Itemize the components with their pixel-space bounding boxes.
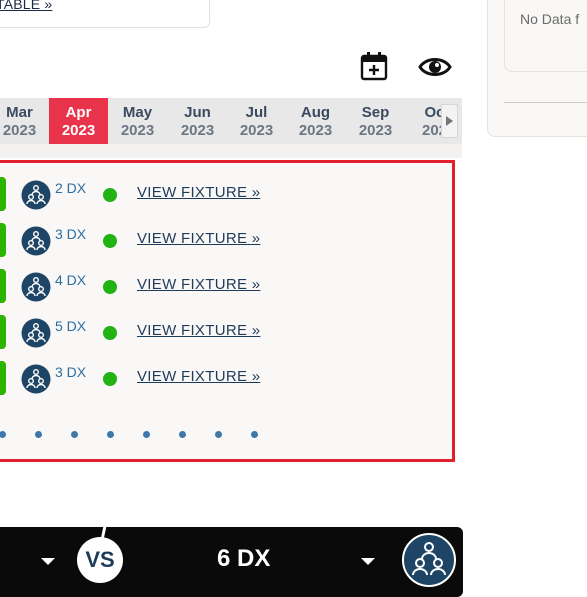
vs-badge: VS [77, 537, 123, 583]
month-tab[interactable]: Mar 2023 [0, 98, 49, 144]
pager-dot[interactable] [0, 431, 6, 438]
month-label: May [122, 104, 153, 121]
month-tab[interactable]: Apr 2023 [49, 98, 108, 144]
team-name: 3 DX [55, 226, 87, 242]
status-bar [0, 269, 6, 303]
year-label: 2023 [239, 122, 274, 139]
divider [504, 102, 587, 103]
year-label: 2023 [120, 122, 155, 139]
team-icon [21, 180, 51, 210]
year-label: 2023 [298, 122, 333, 139]
month-tab[interactable]: Sep 2023 [346, 98, 405, 144]
team-name: 5 DX [55, 318, 87, 334]
year-label: 2023 [2, 122, 37, 139]
pager-dot[interactable] [143, 431, 150, 438]
view-table-link[interactable]: TABLE » [0, 0, 52, 12]
status-dot [103, 234, 117, 248]
status-bar [0, 361, 6, 395]
status-bar [0, 315, 6, 349]
fixture-row: 4 DX VIEW FIXTURE » [0, 267, 460, 307]
month-tab[interactable]: Jul 2023 [227, 98, 286, 144]
status-bar [0, 177, 6, 211]
status-bar [0, 223, 6, 257]
chevron-right-icon[interactable] [441, 104, 458, 138]
year-label: 2023 [61, 122, 96, 139]
month-label: Jun [184, 104, 211, 121]
pager-dot[interactable] [71, 431, 78, 438]
pager-dots [0, 431, 460, 443]
pager-dot[interactable] [35, 431, 42, 438]
pager-dot[interactable] [251, 431, 258, 438]
month-label: Apr [65, 104, 92, 121]
caret-down-icon[interactable] [41, 558, 55, 565]
month-tab[interactable]: Aug 2023 [286, 98, 345, 144]
caret-down-icon[interactable] [361, 558, 375, 565]
no-data-text: No Data f [520, 11, 580, 27]
month-tab[interactable]: Jun 2023 [168, 98, 227, 144]
month-label: Jul [245, 104, 268, 121]
status-dot [103, 326, 117, 340]
pager-dot[interactable] [179, 431, 186, 438]
pager-dot[interactable] [215, 431, 222, 438]
team-icon [21, 226, 51, 256]
team-icon [21, 318, 51, 348]
view-fixture-link[interactable]: VIEW FIXTURE » [137, 368, 260, 385]
team-name: 4 DX [55, 272, 87, 288]
fixture-row: 3 DX VIEW FIXTURE » [0, 359, 460, 399]
month-label: Sep [361, 104, 390, 121]
status-dot [103, 280, 117, 294]
status-dot [103, 188, 117, 202]
view-fixture-link[interactable]: VIEW FIXTURE » [137, 230, 260, 247]
team-icon [21, 272, 51, 302]
month-tabs: Mar 2023 Apr 2023 May 2023 Jun 2023 Jul 2023 Aug 20… [0, 98, 462, 144]
year-label: 2023 [358, 122, 393, 139]
pager-dot[interactable] [107, 431, 114, 438]
fixture-row: 5 DX VIEW FIXTURE » [0, 313, 460, 353]
fixture-row: 2 DX VIEW FIXTURE » [0, 175, 460, 215]
fixture-row: 3 DX VIEW FIXTURE » [0, 221, 460, 261]
team-icon [21, 364, 51, 394]
eye-icon[interactable] [418, 54, 452, 80]
month-label: Aug [300, 104, 331, 121]
team-name: 6 DX [217, 545, 271, 572]
view-fixture-link[interactable]: VIEW FIXTURE » [137, 184, 260, 201]
status-dot [103, 372, 117, 386]
year-label: 2023 [180, 122, 215, 139]
month-tab[interactable]: May 2023 [108, 98, 167, 144]
month-label: Mar [6, 104, 33, 121]
calendar-add-icon[interactable] [358, 50, 390, 82]
view-fixture-link[interactable]: VIEW FIXTURE » [137, 322, 260, 339]
team-name: 2 DX [55, 180, 87, 196]
team-icon [402, 533, 456, 587]
team-name: 3 DX [55, 364, 87, 380]
panel-header-strip [0, 144, 462, 158]
view-fixture-link[interactable]: VIEW FIXTURE » [137, 276, 260, 293]
